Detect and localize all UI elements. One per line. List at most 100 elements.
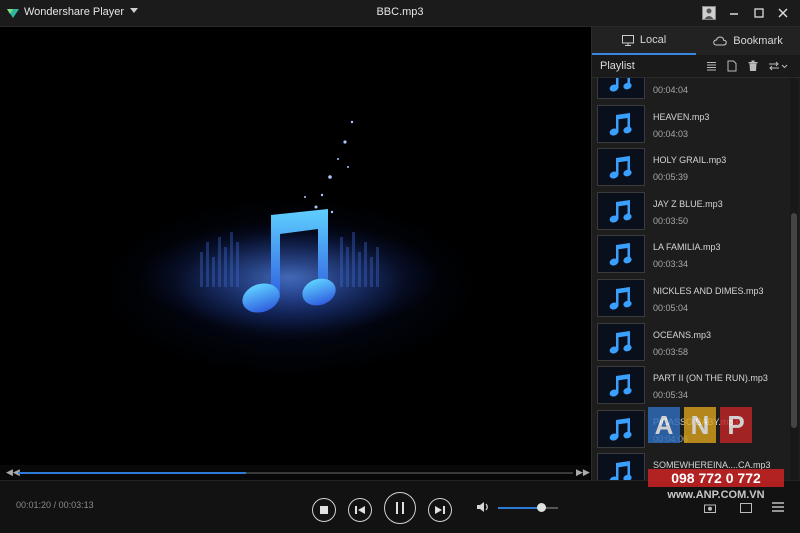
video-area[interactable] [0,27,590,465]
list-icon [706,62,716,71]
add-file-icon [727,60,737,72]
track-thumbnail [597,453,645,480]
playlist-item[interactable]: PART II (ON THE RUN).mp3 00:05:34 [592,363,788,407]
track-name: NICKLES AND DIMES.mp3 [653,286,764,296]
playlist-item[interactable]: HOLY GRAIL.mp3 00:05:39 [592,145,788,189]
playlist-item[interactable]: NICKLES AND DIMES.mp3 00:05:04 [592,276,788,320]
playlist-item[interactable]: JAY Z BLUE.mp3 00:03:50 [592,189,788,233]
track-thumbnail [597,279,645,317]
next-icon [435,506,445,514]
music-note-icon [609,417,632,441]
delete-button[interactable] [747,59,759,73]
add-file-button[interactable] [726,59,738,73]
close-icon [778,8,788,18]
music-note-icon [609,374,632,397]
volume-level [498,507,542,509]
sort-order-button[interactable] [768,59,788,73]
track-thumbnail [597,322,645,361]
seek-row: ◀◀ ▶▶ [0,465,590,480]
music-note-icon [609,78,632,92]
tab-local[interactable]: Local [592,27,696,55]
list-view-button[interactable] [705,59,717,73]
track-name: LA FAMILIA.mp3 [653,242,721,253]
tab-bookmark[interactable]: Bookmark [696,27,800,55]
music-note-icon [609,243,632,266]
track-name: OCEANS.mp3 [653,329,712,340]
music-note-icon [609,330,632,354]
playlist-scrollbar[interactable] [790,78,798,480]
track-name: HEAVEN.mp3 [653,111,710,122]
scrollbar-thumb[interactable] [791,213,797,428]
track-duration: 00:05:04 [653,303,689,313]
playlist-header: Playlist [592,55,800,78]
total-time: 00:03:13 [58,500,94,510]
music-note-icon [609,156,632,179]
title-bar: Wondershare Player BBC.mp3 [0,0,800,27]
previous-button[interactable] [348,498,372,522]
minimize-icon [730,13,738,15]
maximize-button[interactable] [749,3,769,23]
fast-forward-icon[interactable]: ▶▶ [576,467,590,478]
music-note-icon [609,112,632,136]
music-note-icon [609,461,632,480]
pause-icon [396,502,404,514]
track-duration: 00:04:03 [653,128,689,139]
watermark-letter-n: N [684,407,716,443]
track-duration: 00:03:34 [653,259,689,270]
shuffle-icon [769,61,788,71]
track-thumbnail [597,78,645,99]
playlist-item[interactable]: HEAVEN.mp3 00:04:03 [592,102,788,146]
playlist-item[interactable]: 00:04:04 [592,78,788,102]
playlist-title: Playlist [600,60,635,72]
track-name: PART II (ON THE RUN).mp3 [653,373,768,384]
close-button[interactable] [773,3,793,23]
track-duration: 00:05:39 [653,172,689,183]
next-button[interactable] [428,498,452,522]
watermark-site: www.ANP.COM.VN [667,489,765,501]
music-visualization [140,120,440,332]
current-time: 00:01:20 [16,500,52,510]
time-display: 00:01:20 / 00:03:13 [16,500,94,510]
track-thumbnail [597,148,645,187]
seek-progress [18,472,246,474]
volume-knob[interactable] [537,503,547,512]
sparkles [304,120,354,214]
tab-bookmark-label: Bookmark [733,35,783,47]
playlist-item[interactable]: OCEANS.mp3 00:03:58 [592,320,788,364]
track-thumbnail [597,191,645,230]
track-duration: 00:03:58 [653,346,689,357]
cloud-icon [713,36,727,46]
track-thumbnail [597,104,645,143]
window-title: BBC.mp3 [376,6,424,18]
watermark-letter-a: A [648,407,680,443]
user-icon [702,6,716,20]
volume-icon[interactable] [476,501,490,513]
previous-icon [355,506,365,514]
music-note-icon [609,287,632,310]
trash-icon [748,60,758,71]
panel-tabs: Local Bookmark [592,27,800,55]
stop-icon [320,506,328,514]
track-name: JAY Z BLUE.mp3 [653,198,723,209]
anp-watermark: A N P 098 772 0 772 www.ANP.COM.VN [648,407,784,505]
play-pause-button[interactable] [384,492,416,524]
track-duration: 00:04:04 [653,85,689,95]
tab-local-label: Local [639,34,667,46]
watermark-letter-p: P [720,407,752,443]
maximize-icon [754,8,764,18]
monitor-icon [621,34,634,46]
track-thumbnail [597,235,645,274]
stop-button[interactable] [312,498,336,522]
track-thumbnail [597,409,645,448]
track-duration: 00:05:34 [653,390,689,401]
track-name: HOLY GRAIL.mp3 [653,155,727,166]
account-button[interactable] [699,3,719,23]
track-duration: 00:03:50 [653,215,689,226]
minimize-button[interactable] [724,3,744,23]
volume-slider[interactable] [498,503,558,512]
playlist-item[interactable]: LA FAMILIA.mp3 00:03:34 [592,232,788,276]
watermark-phone: 098 772 0 772 [648,469,784,487]
music-note-icon [609,199,632,223]
seek-bar[interactable] [18,472,573,474]
track-thumbnail [597,366,645,405]
